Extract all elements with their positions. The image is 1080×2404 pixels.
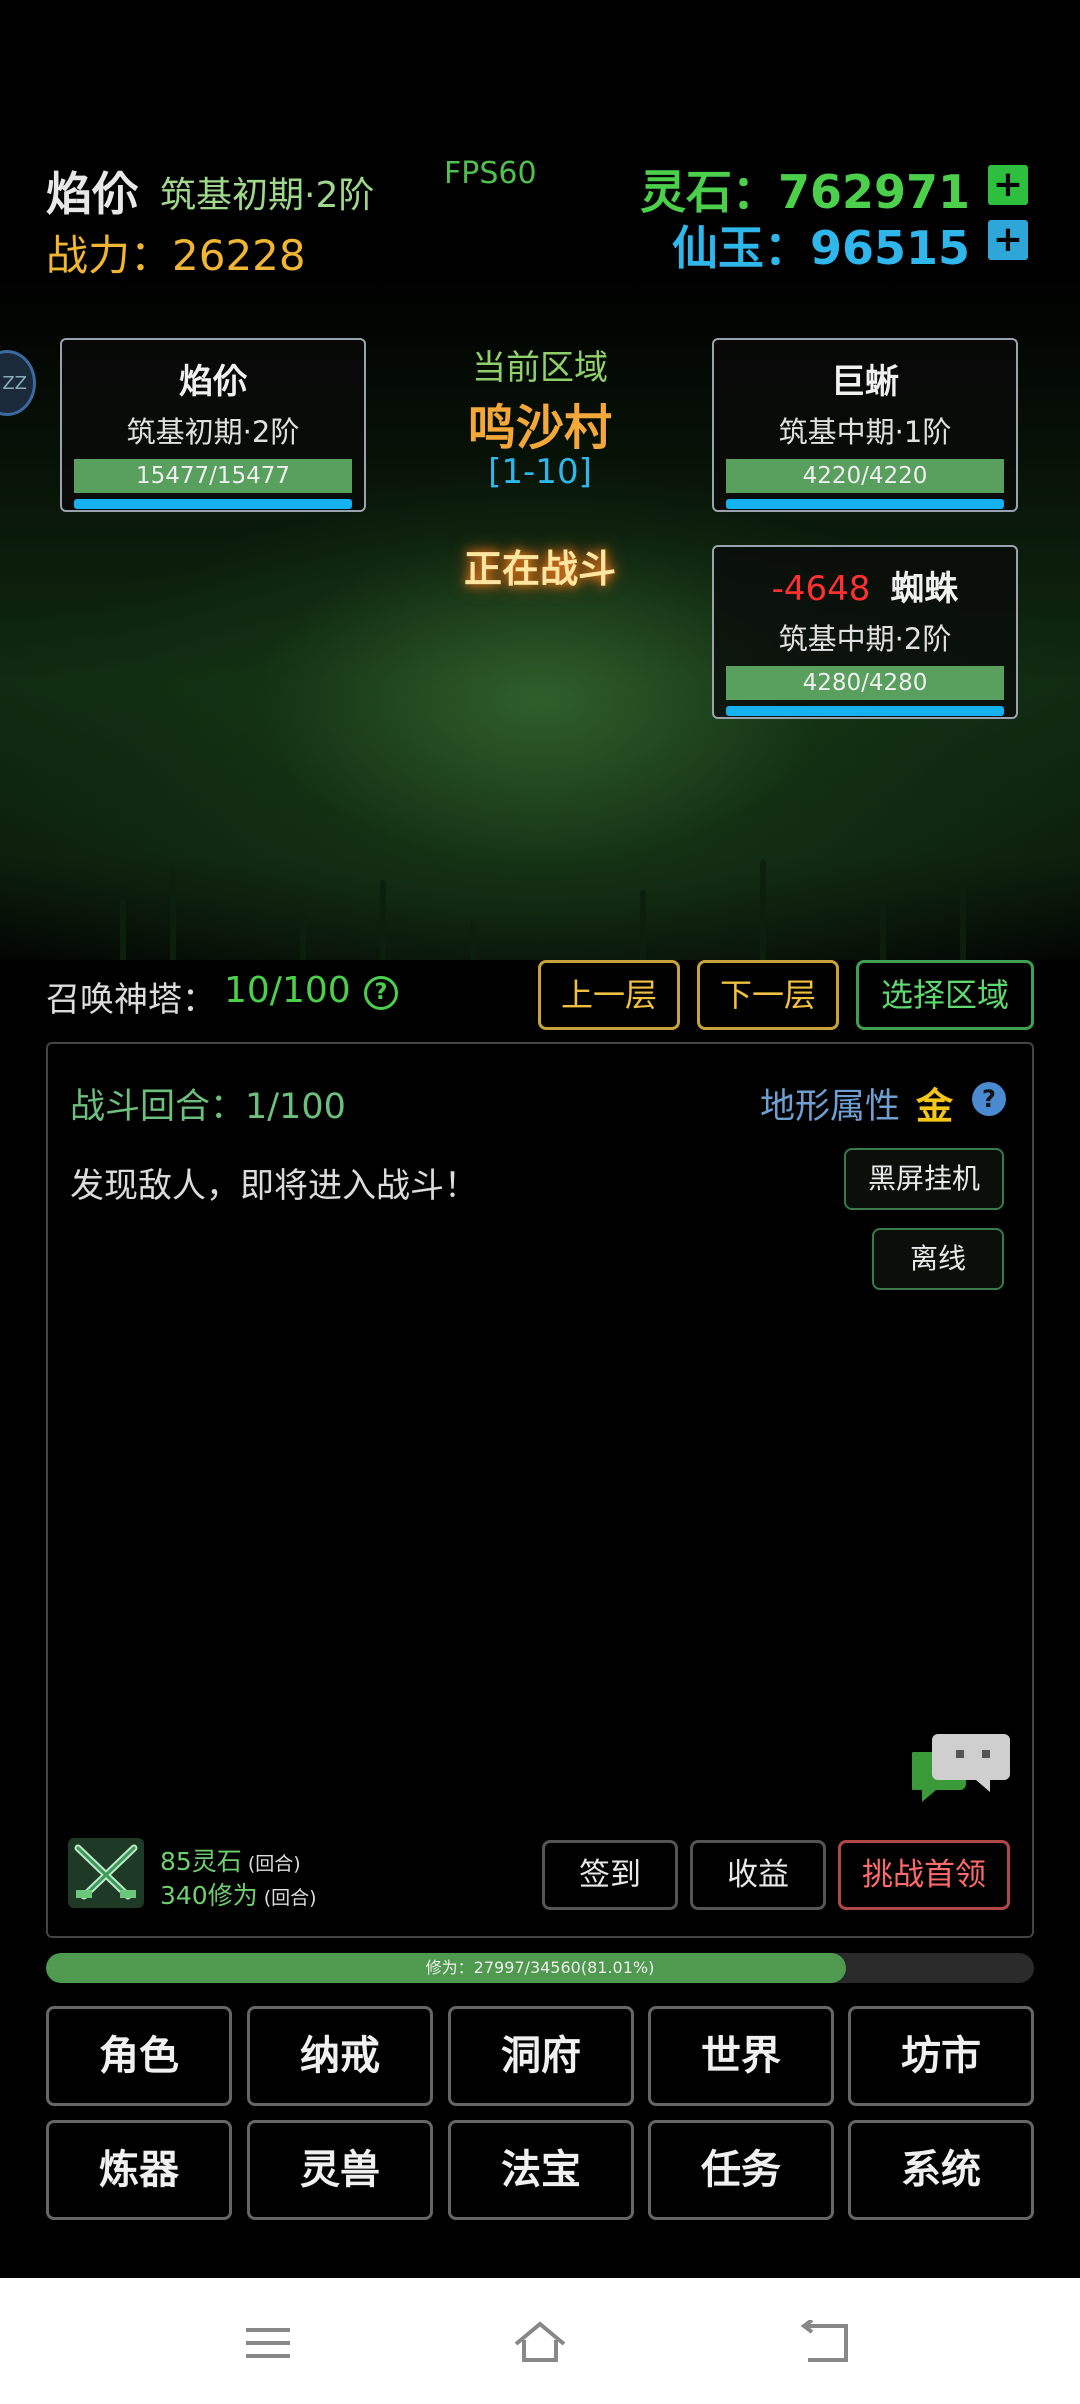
reward-cultivation: 340修为 (回合) bbox=[160, 1876, 317, 1912]
enemy-name: 巨蜥 bbox=[831, 362, 899, 402]
fps-counter: FPS60 bbox=[444, 156, 537, 191]
area-level-range: [1-10] bbox=[488, 452, 592, 492]
per-round-note: (回合) bbox=[263, 1887, 317, 1909]
player-card-realm: 筑基初期·2阶 bbox=[126, 415, 300, 449]
enemy-unit-card[interactable]: 巨蜥 筑基中期·1阶 4220/4220 bbox=[712, 338, 1018, 512]
income-button[interactable]: 收益 bbox=[690, 1840, 826, 1910]
enemy-mp-bar bbox=[726, 499, 1004, 509]
player-unit-card[interactable]: 焰伱 筑基初期·2阶 15477/15477 bbox=[60, 338, 366, 512]
battle-round-counter: 战斗回合：1/100 bbox=[70, 1087, 346, 1127]
home-icon[interactable] bbox=[512, 2320, 568, 2366]
crossed-swords-icon bbox=[68, 1838, 144, 1908]
combat-power: 战力：26228 bbox=[46, 231, 306, 280]
prev-floor-button[interactable]: 上一层 bbox=[538, 960, 680, 1030]
tower-help-icon[interactable]: ? bbox=[364, 976, 398, 1010]
menu-icon[interactable] bbox=[244, 2320, 294, 2366]
menu-button[interactable]: 纳戒 bbox=[247, 2006, 433, 2106]
back-icon[interactable] bbox=[800, 2320, 850, 2366]
player-realm: 筑基初期·2阶 bbox=[160, 175, 375, 216]
current-area-label: 当前区域 bbox=[472, 348, 608, 388]
enemy-realm: 筑基中期·1阶 bbox=[778, 415, 952, 449]
add-spirit-stone-button[interactable]: + bbox=[988, 165, 1028, 205]
enemy-hp-bar: 4280/4280 bbox=[726, 666, 1004, 700]
menu-button[interactable]: 炼器 bbox=[46, 2120, 232, 2220]
player-hp-bar: 15477/15477 bbox=[74, 459, 352, 493]
player-card-name: 焰伱 bbox=[179, 362, 247, 402]
player-name: 焰伱 bbox=[46, 167, 138, 221]
blackscreen-idle-button[interactable]: 黑屏挂机 bbox=[844, 1148, 1004, 1210]
enemy-mp-bar bbox=[726, 706, 1004, 716]
menu-button[interactable]: 任务 bbox=[648, 2120, 834, 2220]
cultivation-progress-text: 修为：27997/34560(81.01%) bbox=[425, 1958, 655, 1977]
reward-exp-value: 340修为 bbox=[160, 1881, 258, 1910]
enemy-hp-bar: 4220/4220 bbox=[726, 459, 1004, 493]
menu-button[interactable]: 法宝 bbox=[448, 2120, 634, 2220]
summon-tower-floor: 10/100 bbox=[224, 970, 351, 1011]
enemy-realm: 筑基中期·2阶 bbox=[778, 622, 952, 656]
menu-button[interactable]: 角色 bbox=[46, 2006, 232, 2106]
menu-button[interactable]: 灵兽 bbox=[247, 2120, 433, 2220]
summon-tower-label: 召唤神塔： bbox=[46, 980, 216, 1020]
menu-button[interactable]: 洞府 bbox=[448, 2006, 634, 2106]
checkin-button[interactable]: 签到 bbox=[542, 1840, 678, 1910]
terrain-attribute-label: 地形属性 bbox=[760, 1087, 901, 1127]
enemy-name: 蜘蛛 bbox=[890, 569, 959, 609]
select-area-button[interactable]: 选择区域 bbox=[856, 960, 1034, 1030]
terrain-attribute-value: 金 bbox=[916, 1085, 953, 1128]
jade-balance: 仙玉：96515 bbox=[671, 221, 970, 275]
battle-status-text: 正在战斗 bbox=[463, 547, 616, 591]
reward-stones-value: 85灵石 bbox=[160, 1847, 242, 1876]
reward-spirit-stone: 85灵石 (回合) bbox=[160, 1842, 301, 1878]
battle-log-line: 发现敌人，即将进入战斗！ bbox=[70, 1166, 478, 1206]
menu-button[interactable]: 世界 bbox=[648, 2006, 834, 2106]
player-mp-bar bbox=[74, 499, 352, 509]
add-jade-button[interactable]: + bbox=[988, 220, 1028, 260]
chat-icon[interactable] bbox=[912, 1730, 1012, 1810]
next-floor-button[interactable]: 下一层 bbox=[697, 960, 839, 1030]
offline-button[interactable]: 离线 bbox=[872, 1228, 1004, 1290]
challenge-boss-button[interactable]: 挑战首领 bbox=[838, 1840, 1010, 1910]
menu-button[interactable]: 坊市 bbox=[848, 2006, 1034, 2106]
menu-button[interactable]: 系统 bbox=[848, 2120, 1034, 2220]
damage-number: -4648 bbox=[771, 569, 871, 609]
enemy-unit-card[interactable]: -4648 蜘蛛 筑基中期·2阶 4280/4280 bbox=[712, 545, 1018, 719]
per-round-note: (回合) bbox=[247, 1853, 301, 1875]
terrain-help-icon[interactable]: ? bbox=[972, 1082, 1006, 1116]
current-area-name: 鸣沙村 bbox=[467, 400, 612, 456]
